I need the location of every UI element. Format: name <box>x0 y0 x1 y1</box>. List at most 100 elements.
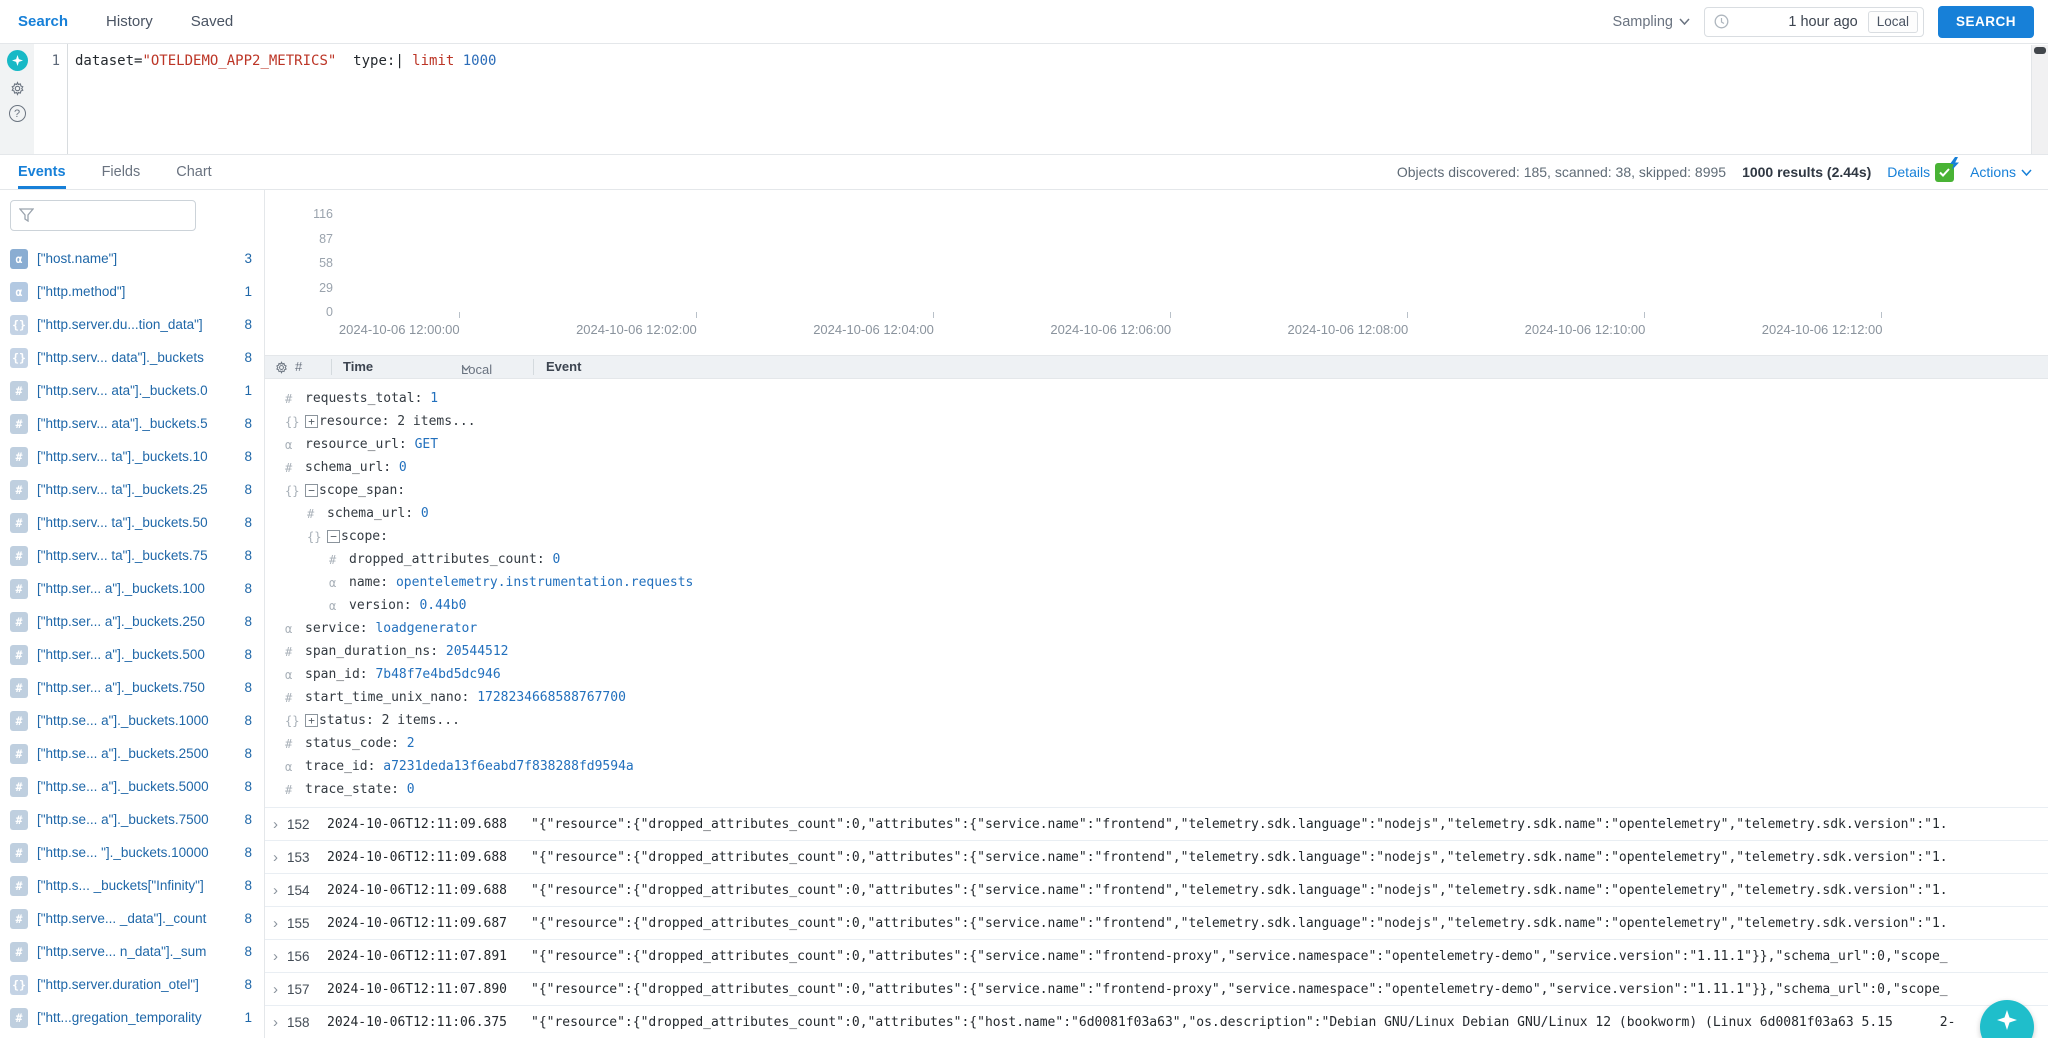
field-list-item[interactable]: #["http.se... a"]._buckets.10008 <box>10 704 264 737</box>
field-list-item[interactable]: α["host.name"]3 <box>10 242 264 275</box>
field-list-item[interactable]: #["http.serv... ata"]._buckets.01 <box>10 374 264 407</box>
field-list-item[interactable]: #["http.se... a"]._buckets.25008 <box>10 737 264 770</box>
tab-fields[interactable]: Fields <box>102 155 141 189</box>
expand-chevron-icon[interactable]: › <box>273 1014 287 1031</box>
field-list-item[interactable]: #["http.serv... ata"]._buckets.58 <box>10 407 264 440</box>
expand-chevron-icon[interactable]: › <box>273 816 287 833</box>
x-axis-tick <box>1881 312 1882 318</box>
tab-chart[interactable]: Chart <box>176 155 211 189</box>
collapse-icon[interactable]: − <box>305 484 318 497</box>
timezone-column-dropdown[interactable]: Local <box>461 359 471 374</box>
detail-key: dropped_attributes_count: <box>349 552 553 567</box>
field-name: ["http.se... "]._buckets.10000 <box>37 845 236 860</box>
field-filter-input[interactable] <box>10 200 196 231</box>
query-token-keyword: limit <box>412 53 463 69</box>
type-num-icon: # <box>285 645 305 659</box>
field-list-item[interactable]: #["http.ser... a"]._buckets.2508 <box>10 605 264 638</box>
row-timestamp: 2024-10-06T12:11:06.375 <box>327 1015 531 1030</box>
event-table-header: # Time Local Event <box>265 355 2048 379</box>
field-count: 8 <box>244 647 252 662</box>
field-list-item[interactable]: #["http.serv... ta"]._buckets.258 <box>10 473 264 506</box>
field-list-item[interactable]: #["http.serve... _data"]._count8 <box>10 902 264 935</box>
x-axis-tick <box>1644 312 1645 318</box>
result-bar: Events Fields Chart Objects discovered: … <box>0 155 2048 190</box>
table-row[interactable]: ›1542024-10-06T12:11:09.688"{"resource":… <box>265 873 2048 906</box>
row-event-json: "{"resource":{"dropped_attributes_count"… <box>531 850 2048 865</box>
scrollbar-thumb[interactable] <box>2034 47 2046 54</box>
query-input[interactable]: dataset="OTELDEMO_APP2_METRICS" type:| l… <box>67 44 2048 154</box>
field-list-item[interactable]: #["htt...gregation_temporality1 <box>10 1001 264 1034</box>
ai-assistant-button[interactable] <box>7 50 28 71</box>
expand-chevron-icon[interactable]: › <box>273 948 287 965</box>
query-token-number: 1000 <box>463 53 497 69</box>
field-list-item[interactable]: {}["http.server.du...tion_data"]8 <box>10 308 264 341</box>
table-row[interactable]: ›1532024-10-06T12:11:09.688"{"resource":… <box>265 840 2048 873</box>
expand-icon[interactable]: + <box>305 714 318 727</box>
expand-chevron-icon[interactable]: › <box>273 915 287 932</box>
field-list-item[interactable]: #["http.se... a"]._buckets.50008 <box>10 770 264 803</box>
field-name: ["http.se... a"]._buckets.7500 <box>37 812 236 827</box>
field-count: 3 <box>244 251 252 266</box>
expand-chevron-icon[interactable]: › <box>273 882 287 899</box>
collapse-icon[interactable]: − <box>327 530 340 543</box>
editor-scrollbar[interactable] <box>2031 45 2048 154</box>
field-list-item[interactable]: #["http.ser... a"]._buckets.7508 <box>10 671 264 704</box>
search-button[interactable]: SEARCH <box>1938 6 2034 38</box>
lightning-icon <box>1949 157 1960 170</box>
expand-icon[interactable]: + <box>305 415 318 428</box>
details-link[interactable]: Details <box>1887 163 1954 182</box>
row-event-json: "{"resource":{"dropped_attributes_count"… <box>531 883 2048 898</box>
settings-gear-icon[interactable] <box>7 78 27 98</box>
detail-key: schema_url: <box>305 460 399 475</box>
nav-tab-history[interactable]: History <box>106 13 153 30</box>
type-str-icon: α <box>285 668 305 682</box>
field-list-item[interactable]: #["http.serv... ta"]._buckets.758 <box>10 539 264 572</box>
table-settings-gear-icon[interactable] <box>274 360 289 375</box>
help-icon[interactable]: ? <box>9 105 26 122</box>
field-name: ["http.serv... data"]._buckets <box>37 350 236 365</box>
detail-value: 20544512 <box>446 644 509 659</box>
timezone-button[interactable]: Local <box>1868 11 1918 33</box>
field-list-item[interactable]: α["http.method"]1 <box>10 275 264 308</box>
detail-value: 0 <box>407 782 415 797</box>
expand-chevron-icon[interactable]: › <box>273 849 287 866</box>
table-row[interactable]: ›1582024-10-06T12:11:06.375"{"resource":… <box>265 1005 2048 1038</box>
field-list-item[interactable]: #["http.serve... n_data"]._sum8 <box>10 935 264 968</box>
expand-chevron-icon[interactable]: › <box>273 981 287 998</box>
detail-key: span_id: <box>305 667 375 682</box>
field-list-item[interactable]: {}["http.server.duration_otel"]8 <box>10 968 264 1001</box>
table-row[interactable]: ›1552024-10-06T12:11:09.687"{"resource":… <box>265 906 2048 939</box>
table-row[interactable]: ›1522024-10-06T12:11:09.688"{"resource":… <box>265 807 2048 840</box>
field-name: ["http.serv... ta"]._buckets.75 <box>37 548 236 563</box>
field-list-item[interactable]: #["http.ser... a"]._buckets.5008 <box>10 638 264 671</box>
col-event: Event <box>546 359 581 374</box>
actions-dropdown[interactable]: Actions <box>1970 164 2032 180</box>
sampling-dropdown[interactable]: Sampling <box>1613 14 1690 30</box>
field-type-icon: {} <box>10 348 28 368</box>
field-count: 1 <box>244 383 252 398</box>
field-list-item[interactable]: #["http.se... a"]._buckets.75008 <box>10 803 264 836</box>
tab-events[interactable]: Events <box>18 155 66 189</box>
column-separator <box>331 359 332 375</box>
nav-tab-search[interactable]: Search <box>18 13 68 30</box>
field-list-item[interactable]: #["http.se... "]._buckets.100008 <box>10 836 264 869</box>
field-list-item[interactable]: #["http.s... _buckets["Infinity"]8 <box>10 869 264 902</box>
field-count: 8 <box>244 416 252 431</box>
sparkle-icon <box>12 55 23 66</box>
row-event-json: "{"resource":{"dropped_attributes_count"… <box>531 949 2048 964</box>
y-axis-tick-label: 87 <box>273 232 333 246</box>
table-row[interactable]: ›1562024-10-06T12:11:07.891"{"resource":… <box>265 939 2048 972</box>
nav-tab-saved[interactable]: Saved <box>191 13 234 30</box>
field-name: ["http.ser... a"]._buckets.500 <box>37 647 236 662</box>
time-range-picker[interactable]: 1 hour ago Local <box>1704 7 1924 37</box>
sparkle-icon <box>1997 1010 2017 1030</box>
field-list-item[interactable]: #["http.serv... ta"]._buckets.108 <box>10 440 264 473</box>
field-type-icon: # <box>10 942 28 962</box>
row-timestamp: 2024-10-06T12:11:07.891 <box>327 949 531 964</box>
field-list-item[interactable]: #["http.serv... ta"]._buckets.508 <box>10 506 264 539</box>
table-row[interactable]: ›1572024-10-06T12:11:07.890"{"resource":… <box>265 972 2048 1005</box>
field-list-item[interactable]: {}["http.serv... data"]._buckets8 <box>10 341 264 374</box>
field-name: ["http.ser... a"]._buckets.100 <box>37 581 236 596</box>
field-list-item[interactable]: #["http.ser... a"]._buckets.1008 <box>10 572 264 605</box>
detail-key: version: <box>349 598 419 613</box>
